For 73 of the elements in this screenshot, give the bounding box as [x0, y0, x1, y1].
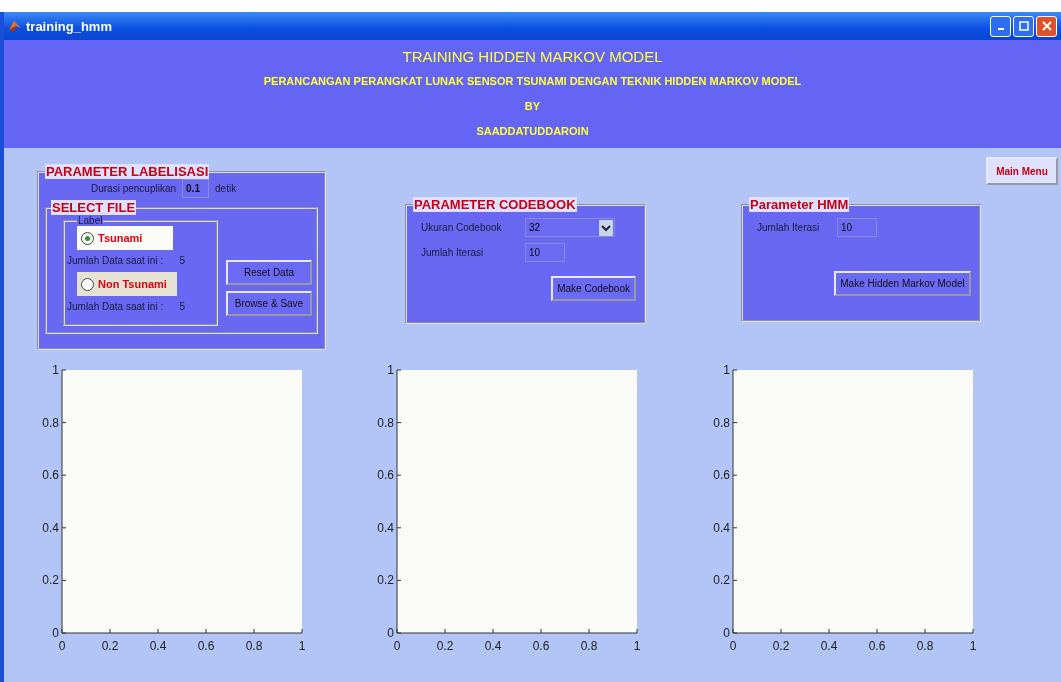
y-tick-label: 0.2	[377, 573, 394, 588]
y-tick-label: 0.4	[42, 520, 59, 535]
action-button[interactable]: Browse & Save	[226, 291, 312, 316]
main-menu-button[interactable]: Main Menu	[986, 157, 1058, 185]
header-text: SAADDATUDDAROIN	[476, 124, 589, 139]
close-button[interactable]	[1036, 15, 1057, 37]
x-tick-label: 1	[633, 639, 641, 653]
y-tick-label: 0	[723, 626, 730, 640]
y-tick-label: 0.4	[713, 520, 730, 535]
y-tick-label: 0.6	[42, 468, 59, 483]
x-tick-label: 0	[729, 639, 737, 653]
y-tick-label: 0.2	[713, 573, 730, 588]
y-tick-label: 0.8	[713, 415, 730, 430]
x-tick-label: 1	[969, 639, 977, 653]
x-tick-label: 0.6	[868, 639, 886, 653]
header-text: PERANCANGAN PERANGKAT LUNAK SENSOR TSUNAMI DENGAN TEKNIK HIDDEN MARKOV MODEL	[263, 74, 802, 89]
y-tick-label: 0.2	[42, 573, 59, 588]
duration-unit: detik	[215, 183, 237, 194]
x-tick-label: 0.8	[245, 639, 263, 653]
count-value: 5	[179, 301, 185, 312]
header-text: TRAINING HIDDEN MARKOV MODEL	[402, 47, 663, 67]
x-tick-label: 0.2	[436, 639, 454, 653]
x-tick-label: 0.4	[820, 639, 838, 653]
x-tick-label: 0.2	[772, 639, 790, 653]
app-icon	[8, 19, 22, 33]
field-label: Ukuran Codebook	[421, 222, 503, 233]
x-tick-label: 0	[393, 639, 401, 653]
x-tick-label: 0.4	[149, 639, 167, 653]
minimize-button[interactable]	[990, 15, 1011, 37]
y-tick-label: 1	[723, 363, 730, 377]
minimize-icon	[997, 28, 1004, 30]
make-hmm-button[interactable]: Make Hidden Markov Model	[834, 271, 971, 296]
panel-title: PARAMETER CODEBOOK	[413, 197, 577, 212]
radio-option[interactable]: Tsunami	[77, 226, 173, 250]
panel-title: PARAMETER LABELISASI	[45, 164, 210, 179]
field-label: Jumlah Iterasi	[421, 247, 485, 258]
x-tick-label: 0.6	[197, 639, 215, 653]
y-tick-label: 0	[52, 626, 59, 640]
count-value: 5	[179, 255, 185, 266]
x-tick-label: 0.8	[916, 639, 934, 653]
y-tick-label: 0	[387, 626, 394, 640]
dropdown[interactable]: 32	[525, 218, 615, 237]
input-field[interactable]: 10	[525, 243, 565, 262]
x-tick-label: 0.8	[580, 639, 598, 653]
make-codebook-button[interactable]: Make Codebook	[551, 276, 636, 301]
input-field[interactable]: 10	[837, 218, 877, 237]
x-tick-label: 0.6	[532, 639, 550, 653]
y-tick-label: 0.8	[377, 415, 394, 430]
count-label: Jumlah Data saat ini :	[67, 255, 164, 266]
maximize-icon	[1018, 21, 1029, 31]
x-tick-label: 0.2	[101, 639, 119, 653]
field-label: Jumlah Iterasi	[757, 222, 821, 233]
y-tick-label: 1	[52, 363, 59, 377]
close-icon	[1041, 21, 1052, 31]
header-text: BY	[524, 99, 541, 114]
window-title: training_hmm	[26, 18, 112, 34]
maximize-button[interactable]	[1013, 15, 1034, 37]
x-tick-label: 0	[58, 639, 66, 653]
y-tick-label: 0.6	[713, 468, 730, 483]
y-tick-label: 0.4	[377, 520, 394, 535]
count-label: Jumlah Data saat ini :	[67, 301, 164, 312]
panel-title: Parameter HMM	[749, 197, 850, 212]
x-tick-label: 1	[298, 639, 306, 653]
panel-title: SELECT FILE	[51, 200, 137, 215]
group-title: Label	[77, 215, 104, 226]
y-tick-label: 0.8	[42, 415, 59, 430]
duration-label: Durasi pencuplikan	[91, 183, 177, 194]
action-button[interactable]: Reset Data	[226, 260, 312, 285]
radio-option[interactable]: Non Tsunami	[77, 272, 177, 296]
y-tick-label: 1	[387, 363, 394, 377]
y-tick-label: 0.6	[377, 468, 394, 483]
duration-field[interactable]: 0.1	[182, 179, 210, 198]
x-tick-label: 0.4	[484, 639, 502, 653]
